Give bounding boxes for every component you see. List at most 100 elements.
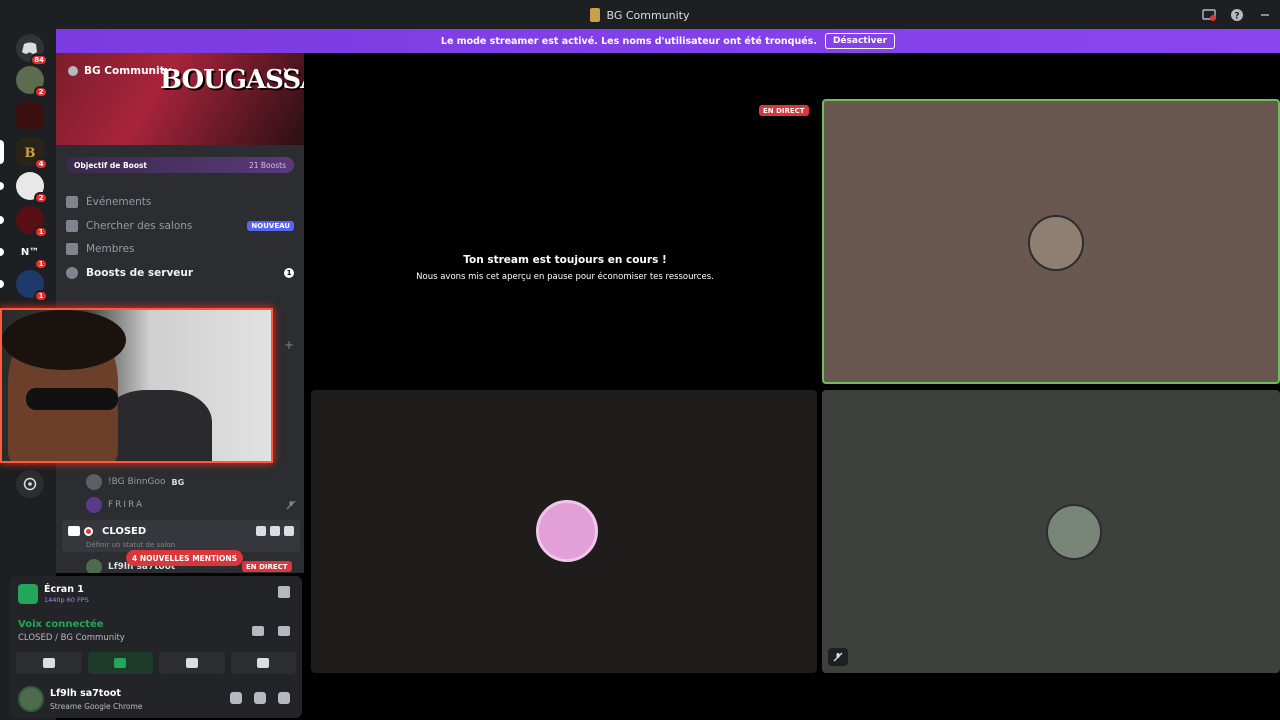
boost-count-badge: 1 [284, 268, 294, 278]
sidebar-item-browse-channels[interactable]: Chercher des salons NOUVEAU [66, 216, 294, 236]
screen-share-icon [18, 584, 38, 604]
microphone-icon[interactable] [230, 692, 242, 704]
voice-actions [16, 652, 296, 674]
live-badge: EN DIRECT [242, 561, 292, 572]
minimize-icon[interactable] [1258, 8, 1272, 22]
add-channel-icon[interactable]: + [284, 338, 294, 352]
unread-badge: 1 [34, 226, 48, 238]
noise-suppression-icon[interactable] [252, 626, 264, 636]
browse-channels-icon [66, 220, 78, 232]
avatar [86, 497, 102, 513]
direct-messages-button[interactable]: 84 [16, 34, 48, 66]
live-badge: EN DIRECT [759, 105, 809, 116]
stream-paused-notice[interactable]: Ton stream est toujours en cours ! Nous … [312, 153, 818, 383]
camera-toggle-button[interactable] [16, 652, 82, 674]
no-entry-icon [84, 527, 93, 536]
soundboard-button[interactable] [230, 652, 296, 674]
participant-tile[interactable] [311, 390, 817, 673]
sidebar-item-label: Événements [86, 196, 152, 208]
stop-stream-icon[interactable] [278, 586, 290, 598]
disconnect-icon[interactable] [278, 626, 290, 636]
server-icon-4[interactable]: 2 [0, 172, 48, 204]
stream-paused-title: Ton stream est toujours en cours ! [463, 254, 667, 266]
sidebar-item-label: Chercher des salons [86, 220, 193, 232]
screen-title: Écran 1 [44, 584, 84, 595]
server-icon-arizona[interactable]: 1 [0, 270, 48, 302]
chevron-down-icon[interactable] [282, 65, 292, 78]
username: Lf9lh sa7toot [50, 688, 121, 699]
server-icon-nx[interactable]: N™ 1 [0, 238, 48, 270]
boost-goal-bar[interactable]: Objectif de Boost 21 Boosts [66, 157, 294, 173]
participant-tile[interactable] [822, 390, 1280, 673]
member-tag: BG [171, 477, 185, 487]
voice-channel-path[interactable]: CLOSED / BG Community [18, 633, 125, 643]
streamer-mode-message: Le mode streamer est activé. Les noms d'… [440, 35, 817, 47]
webcam-figure-suit [102, 390, 212, 461]
server-icon-5[interactable]: 1 [0, 206, 48, 238]
sidebar-item-server-boosts[interactable]: Boosts de serveur 1 [66, 263, 294, 283]
participant-tile-speaking[interactable] [822, 99, 1280, 384]
avatar [86, 559, 102, 573]
voice-connection-status: Voix connectée CLOSED / BG Community [16, 616, 296, 646]
sidebar-item-members[interactable]: Membres [66, 239, 294, 259]
avatar [86, 474, 102, 490]
unread-indicator [0, 182, 4, 190]
voice-stage: EN DIRECT Ton stream est toujours en cou… [304, 53, 1280, 720]
new-mentions-pill[interactable]: 4 NOUVELLES MENTIONS [126, 550, 244, 566]
screen-share-button[interactable] [87, 652, 153, 674]
svg-text:B: B [25, 146, 36, 161]
unread-badge: 2 [34, 86, 48, 98]
voice-member[interactable]: !BG BinnGoo BG [86, 473, 296, 491]
chat-icon[interactable] [256, 526, 266, 536]
selected-indicator [0, 140, 4, 164]
server-nx-label: N™ [20, 246, 40, 258]
disable-streamer-mode-button[interactable]: Désactiver [824, 33, 896, 49]
stream-paused-text: Nous avons mis cet aperçu en pause pour … [416, 272, 714, 282]
muted-icon [286, 500, 296, 510]
svg-text:?: ? [1234, 12, 1239, 22]
screen-share-status: Écran 1 1440p 60 FPS [16, 582, 296, 606]
member-name: !BG BinnGoo [108, 477, 166, 487]
invite-icon[interactable] [270, 526, 280, 536]
activities-button[interactable] [159, 652, 225, 674]
headphones-icon[interactable] [254, 692, 266, 704]
server-icon-2[interactable] [16, 102, 44, 130]
webcam-figure-sunglasses [26, 388, 118, 410]
voice-connected-label[interactable]: Voix connectée [18, 619, 104, 630]
unread-badge: 2 [34, 192, 48, 204]
screen-share-icon [114, 658, 127, 668]
channel-status-placeholder[interactable]: Définir un statut de salon [86, 541, 175, 549]
boost-gem-icon [66, 267, 78, 279]
gamepad-icon [185, 658, 198, 668]
gear-icon[interactable] [278, 692, 290, 704]
voice-member[interactable]: FRIRA [86, 496, 296, 514]
new-badge: NOUVEAU [247, 221, 294, 231]
unread-indicator [0, 216, 4, 224]
muted-icon [828, 648, 848, 666]
voice-channel-closed[interactable]: CLOSED Définir un statut de salon [62, 520, 300, 552]
gear-icon[interactable] [284, 526, 294, 536]
server-icon-bg-community[interactable]: B 4 [0, 138, 48, 170]
avatar [1028, 215, 1084, 271]
member-name: FRIRA [108, 500, 145, 510]
avatar [536, 500, 598, 562]
unread-indicator [0, 248, 4, 256]
discover-button[interactable] [16, 470, 44, 498]
speaker-icon [68, 526, 80, 536]
inbox-icon[interactable] [1202, 8, 1216, 22]
compass-icon [23, 477, 37, 491]
unread-badge: 1 [34, 258, 48, 270]
window-title-text: BG Community [606, 8, 690, 22]
current-user[interactable]: Lf9lh sa7toot Streame Google Chrome [16, 684, 296, 714]
unread-badge: 84 [30, 54, 48, 66]
help-icon[interactable]: ? [1230, 8, 1244, 22]
server-header[interactable]: BG Community BOUGASSAA [56, 53, 304, 145]
sidebar-item-events[interactable]: Événements [66, 192, 294, 212]
title-bar: BG Community ? [0, 0, 1280, 30]
calendar-icon [66, 196, 78, 208]
avatar [1046, 504, 1102, 560]
sidebar-item-label: Membres [86, 243, 135, 255]
unread-indicator [0, 280, 4, 288]
server-icon-1[interactable]: 2 [16, 66, 48, 98]
webcam-figure-hair [2, 310, 126, 370]
